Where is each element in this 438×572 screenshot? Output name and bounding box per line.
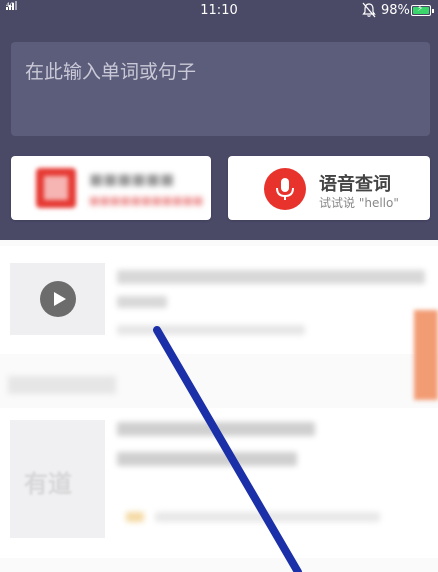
blurred-headline: [117, 422, 315, 436]
status-bar: 4G 11:10 98% ⚡: [0, 0, 438, 22]
side-floating-badge[interactable]: [414, 310, 438, 400]
blurred-title: ■■■■■■: [89, 170, 175, 188]
bell-off-icon: [362, 2, 376, 18]
article-thumbnail: 有道: [10, 420, 105, 538]
battery-charging-icon: ⚡: [411, 4, 434, 16]
feed-card-article[interactable]: 有道: [0, 408, 438, 558]
battery-percent: 98%: [381, 3, 410, 18]
thumbnail-watermark: 有道: [24, 470, 72, 498]
voice-search-subtitle: 试试说 "hello": [319, 196, 399, 210]
video-thumbnail[interactable]: [10, 263, 105, 335]
search-input[interactable]: 在此输入单词或句子: [11, 42, 430, 136]
feed-card-video[interactable]: [0, 246, 438, 354]
blurred-meta: [117, 325, 305, 335]
blurred-subtitle: ■■■■■■■■■■■: [89, 194, 204, 207]
blurred-meta: [155, 512, 380, 522]
play-icon[interactable]: [40, 281, 76, 317]
blurred-tag: [126, 512, 144, 522]
blurred-section-label: [8, 376, 116, 394]
voice-search-button[interactable]: 语音查词 试试说 "hello": [228, 156, 430, 220]
voice-search-title: 语音查词: [319, 174, 391, 195]
search-placeholder: 在此输入单词或句子: [25, 61, 197, 83]
blurred-headline: [117, 270, 425, 284]
content-feed: 有道: [0, 240, 438, 572]
photo-translate-button[interactable]: ■■■■■■ ■■■■■■■■■■■: [11, 156, 211, 220]
camera-icon: [36, 168, 76, 208]
blurred-headline-2: [117, 452, 297, 466]
microphone-icon: [264, 168, 306, 210]
blurred-headline-2: [117, 296, 167, 308]
